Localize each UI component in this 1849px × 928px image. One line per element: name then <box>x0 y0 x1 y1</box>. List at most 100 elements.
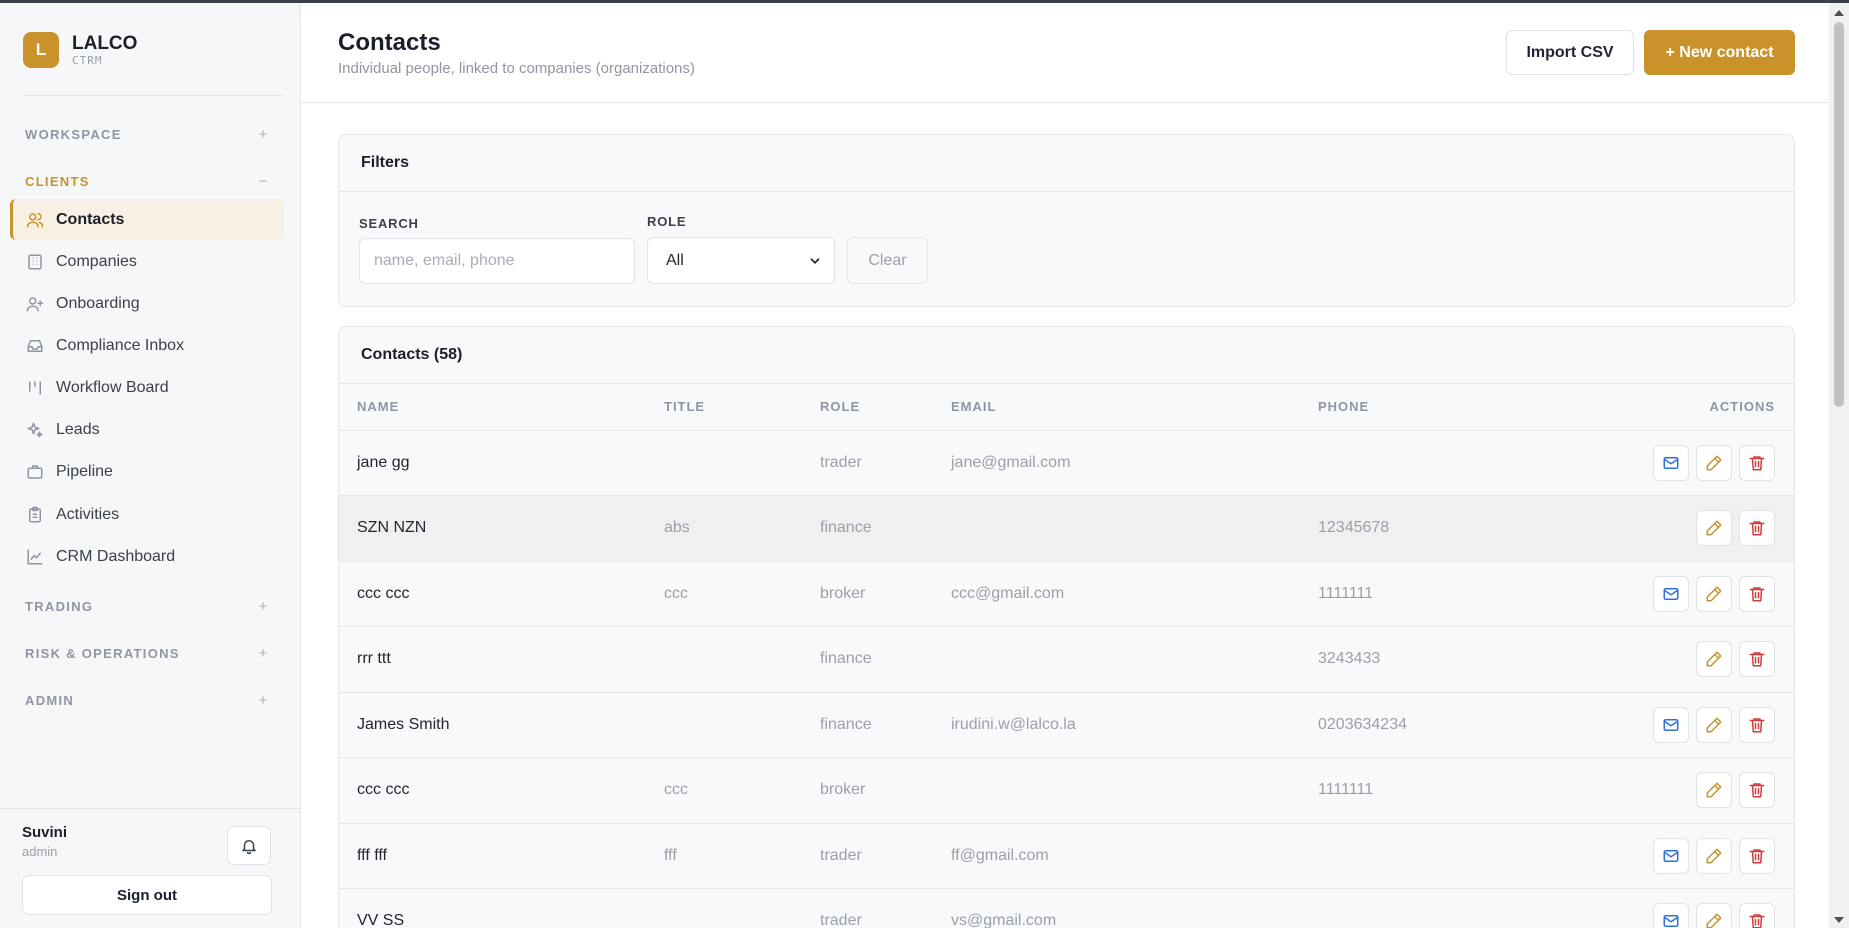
sidebar-item-label: Leads <box>56 420 100 438</box>
divider <box>0 808 300 809</box>
email-button[interactable] <box>1653 837 1689 874</box>
sidebar-item-contacts[interactable]: Contacts <box>10 199 284 240</box>
cell-phone: 1111111 <box>1318 561 1558 627</box>
column-header-role[interactable]: ROLE <box>820 384 951 431</box>
section-label: TRADING <box>25 599 94 614</box>
brand-name: LALCO <box>72 32 138 54</box>
edit-button[interactable] <box>1696 772 1732 809</box>
scroll-up-icon[interactable] <box>1833 8 1845 18</box>
delete-button[interactable] <box>1739 444 1775 481</box>
column-header-title[interactable]: TITLE <box>664 384 820 431</box>
sidebar-item-leads[interactable]: Leads <box>10 409 284 450</box>
delete-button[interactable] <box>1739 837 1775 874</box>
role-select[interactable]: All <box>647 237 835 284</box>
table-row[interactable]: jane gg trader jane@gmail.com <box>339 430 1794 496</box>
expand-icon: + <box>258 645 268 662</box>
column-header-actions: ACTIONS <box>1558 384 1794 431</box>
cell-name: SZN NZN <box>339 495 664 562</box>
pencil-icon <box>1705 585 1723 603</box>
mail-icon <box>1662 716 1680 734</box>
email-button[interactable] <box>1653 444 1689 481</box>
table-row[interactable]: rrr ttt finance 3243433 <box>339 626 1794 693</box>
sidebar-item-compliance-inbox[interactable]: Compliance Inbox <box>10 325 284 366</box>
divider <box>22 95 283 96</box>
role-select-value: All <box>666 251 684 269</box>
user-name: Suvini <box>22 824 68 841</box>
pencil-icon <box>1705 454 1723 472</box>
sidebar-item-activities[interactable]: Activities <box>10 494 284 535</box>
cell-actions <box>1558 561 1794 627</box>
search-input[interactable] <box>359 238 635 284</box>
cell-phone <box>1318 823 1558 889</box>
cell-actions <box>1558 823 1794 889</box>
column-header-email[interactable]: EMAIL <box>951 384 1318 431</box>
trash-icon <box>1748 519 1766 537</box>
email-button[interactable] <box>1653 706 1689 743</box>
section-risk-operations[interactable]: RISK & OPERATIONS + <box>25 645 270 662</box>
edit-button[interactable] <box>1696 444 1732 481</box>
brand[interactable]: L LALCO CTRM <box>23 32 137 68</box>
edit-button[interactable] <box>1696 903 1732 928</box>
main-content: Contacts Individual people, linked to co… <box>301 3 1829 928</box>
page-title: Contacts <box>338 29 441 56</box>
trash-icon <box>1748 585 1766 603</box>
new-contact-button[interactable]: + New contact <box>1644 30 1795 75</box>
sidebar-item-companies[interactable]: Companies <box>10 241 284 282</box>
cell-title <box>664 692 820 758</box>
sidebar-item-onboarding[interactable]: Onboarding <box>10 283 284 324</box>
email-button[interactable] <box>1653 903 1689 928</box>
cell-name: James Smith <box>339 692 664 758</box>
cell-actions <box>1558 888 1794 928</box>
pencil-icon <box>1705 912 1723 928</box>
scroll-down-icon[interactable] <box>1833 915 1845 925</box>
table-row[interactable]: fff fff fff trader ff@gmail.com <box>339 823 1794 889</box>
sidebar-item-label: Activities <box>56 505 120 523</box>
table-row[interactable]: James Smith finance irudini.w@lalco.la 0203… <box>339 692 1794 758</box>
sidebar-item-pipeline[interactable]: Pipeline <box>10 451 284 492</box>
table-row[interactable]: SZN NZN abs finance 12345678 <box>339 495 1794 562</box>
section-label: CLIENTS <box>25 174 90 189</box>
pencil-icon <box>1705 781 1723 799</box>
mail-icon <box>1662 585 1680 603</box>
table-row[interactable]: ccc ccc ccc broker 1111111 <box>339 757 1794 824</box>
delete-button[interactable] <box>1739 575 1775 612</box>
scrollbar-thumb[interactable] <box>1834 22 1844 407</box>
sidebar-item-workflow-board[interactable]: Workflow Board <box>10 367 284 408</box>
cell-role: finance <box>820 495 951 562</box>
delete-button[interactable] <box>1739 903 1775 928</box>
cell-role: trader <box>820 430 951 496</box>
mail-icon <box>1662 454 1680 472</box>
cell-email <box>951 757 1318 824</box>
section-trading[interactable]: TRADING + <box>25 598 270 615</box>
cell-role: trader <box>820 823 951 889</box>
clear-filters-button[interactable]: Clear <box>847 237 928 284</box>
column-header-phone[interactable]: PHONE <box>1318 384 1558 431</box>
edit-button[interactable] <box>1696 641 1732 678</box>
import-csv-button[interactable]: Import CSV <box>1506 30 1634 75</box>
sidebar-item-label: Companies <box>56 252 137 270</box>
edit-button[interactable] <box>1696 837 1732 874</box>
line-chart-icon <box>26 548 44 566</box>
delete-button[interactable] <box>1739 641 1775 678</box>
section-workspace[interactable]: WORKSPACE + <box>25 126 270 143</box>
table-row[interactable]: VV SS trader vs@gmail.com <box>339 888 1794 928</box>
sign-out-button[interactable]: Sign out <box>22 875 272 915</box>
column-header-name[interactable]: NAME <box>339 384 664 431</box>
section-clients[interactable]: CLIENTS − <box>25 173 270 190</box>
sidebar-item-crm-dashboard[interactable]: CRM Dashboard <box>10 536 284 577</box>
cell-actions <box>1558 430 1794 496</box>
role-label: ROLE <box>647 214 687 229</box>
edit-button[interactable] <box>1696 706 1732 743</box>
section-admin[interactable]: ADMIN + <box>25 692 270 709</box>
edit-button[interactable] <box>1696 575 1732 612</box>
cell-title: abs <box>664 495 820 562</box>
delete-button[interactable] <box>1739 510 1775 547</box>
kanban-icon <box>26 379 44 397</box>
table-row[interactable]: ccc ccc ccc broker ccc@gmail.com 1111111 <box>339 561 1794 627</box>
trash-icon <box>1748 912 1766 928</box>
delete-button[interactable] <box>1739 706 1775 743</box>
delete-button[interactable] <box>1739 772 1775 809</box>
notifications-button[interactable] <box>227 826 271 865</box>
email-button[interactable] <box>1653 575 1689 612</box>
edit-button[interactable] <box>1696 510 1732 547</box>
